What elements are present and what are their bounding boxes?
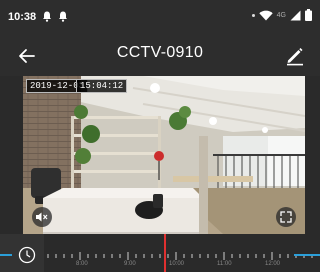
timeline-label: 10:00 (169, 261, 185, 267)
timeline-label: 8:00 (76, 261, 88, 267)
dot-icon (251, 13, 255, 17)
wifi-icon (258, 10, 273, 20)
app-bar: CCTV-0910 (0, 34, 320, 76)
pencil-icon[interactable] (284, 44, 306, 66)
bell-icon (59, 11, 67, 22)
battery-icon (305, 9, 312, 21)
playhead[interactable] (164, 234, 166, 272)
speaker-mute-icon (36, 212, 48, 222)
timeline-label: 12:00 (265, 261, 281, 267)
office-scene-image (23, 76, 305, 234)
recording-time: 15:04:12 (76, 79, 128, 93)
timeline-right-accent (294, 254, 320, 256)
timeline-label: 11:00 (217, 261, 232, 267)
signal-icon (290, 10, 301, 20)
timeline-label: 9:00 (124, 261, 136, 267)
fullscreen-icon (280, 211, 292, 223)
bell-icon (43, 11, 51, 22)
status-time: 10:38 (8, 11, 37, 23)
page-title: CCTV-0910 (116, 44, 204, 61)
status-bar: 10:38 4G (0, 0, 320, 34)
network-type: 4G (276, 11, 286, 19)
clock-icon[interactable] (18, 246, 36, 264)
timeline-left-accent (0, 254, 12, 256)
fullscreen-button[interactable] (276, 207, 296, 227)
mute-button[interactable] (32, 207, 52, 227)
system-indicators: 4G (251, 9, 312, 21)
playback-timeline[interactable]: 8:00 9:00 10:00 11:00 12:00 (0, 234, 320, 272)
camera-feed[interactable]: 2019-12-03 15:04:12 (23, 76, 305, 234)
